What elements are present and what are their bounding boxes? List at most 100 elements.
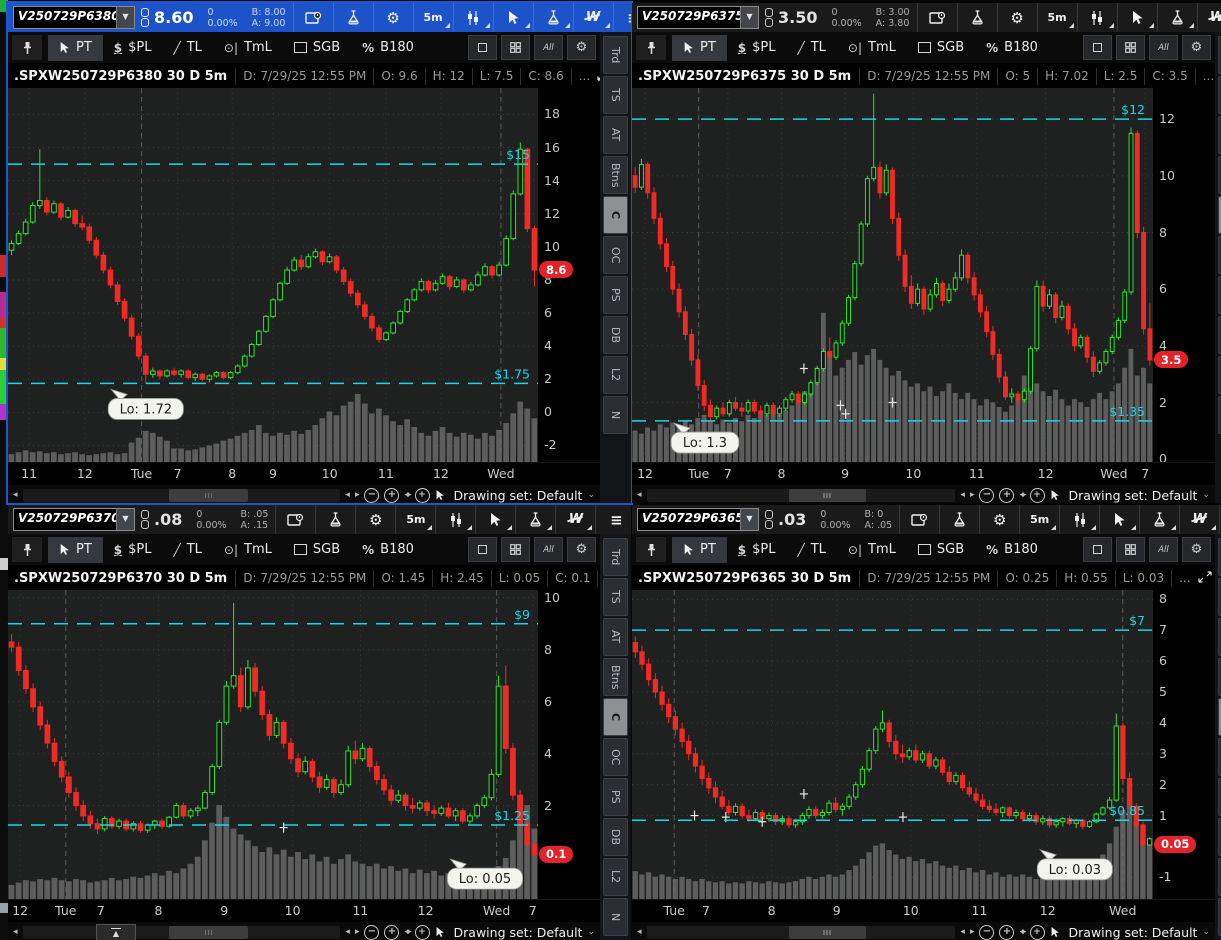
gadget-tab-oc[interactable]: OC [603, 236, 628, 274]
gadget-tab-l2[interactable]: L2 [603, 356, 628, 394]
tool-timeline-button[interactable]: ⊙| TmL [837, 35, 907, 61]
single-view-button[interactable] [1083, 35, 1112, 60]
link-icon[interactable] [765, 510, 773, 529]
horizontal-scrollbar[interactable] [23, 489, 341, 502]
active-drawings-button[interactable]: W [573, 3, 613, 32]
tool-trendline-button[interactable]: ╱ TL [787, 537, 837, 563]
chart-panel[interactable]: V250729P6370 ▼ .08 0 0.00% B: .05 A: .15… [8, 505, 631, 940]
candlestick-chart[interactable]: $12$1.35Lo: 1.3 [632, 88, 1153, 462]
single-view-button[interactable] [468, 35, 497, 60]
tool-trendline-button[interactable]: ╱ TL [163, 537, 213, 563]
strategies-button[interactable] [1139, 505, 1179, 534]
active-drawings-button[interactable]: W [1179, 505, 1219, 534]
gadget-tab-btns[interactable]: Btns [603, 658, 628, 696]
tool-spl-button[interactable]: $ $PL [727, 35, 787, 61]
tool-sgb-button[interactable]: SGB [907, 537, 975, 563]
settings-button[interactable]: ⚙ [997, 3, 1037, 32]
chart-menu-button[interactable]: ≡ [595, 505, 631, 534]
pointer-tool-button[interactable] [475, 505, 515, 534]
scroll-left-icon[interactable]: ◂ [637, 927, 642, 937]
cursor-icon[interactable] [1050, 489, 1060, 501]
zoom-in-icon[interactable]: + [999, 925, 1014, 940]
gadget-tab-ps[interactable]: PS [603, 778, 628, 816]
tool-timeline-button[interactable]: ⊙| TmL [213, 537, 283, 563]
single-view-button[interactable] [1083, 537, 1112, 562]
crosshair-icon[interactable]: + [1030, 488, 1045, 503]
drawing-set-label[interactable]: Drawing set: Default [1069, 488, 1198, 503]
tool-pt-button[interactable]: PT [48, 537, 103, 563]
time-axis[interactable]: 12Tue789101112Wed7 [8, 899, 600, 922]
scroll-left-icon[interactable]: ◂ [13, 927, 18, 937]
fit-width-icon[interactable]: ◂▸ [404, 927, 409, 937]
link-icon[interactable] [141, 510, 149, 529]
pointer-tool-button[interactable] [493, 3, 533, 32]
horizontal-scrollbar[interactable] [647, 926, 956, 939]
drawing-set-label[interactable]: Drawing set: Default [454, 925, 583, 940]
chart-panel[interactable]: V250729P6365 ▼ .03 0 0.00% B: 0 A: .05 ⚙… [632, 505, 1221, 940]
fit-width-icon[interactable]: ◂▸ [1019, 927, 1024, 937]
pointer-tool-button[interactable] [1117, 3, 1157, 32]
zoom-in-icon[interactable]: + [384, 488, 399, 503]
settings-button[interactable]: ⚙ [373, 3, 413, 32]
tool-spl-button[interactable]: $ $PL [103, 35, 163, 61]
gadget-tab-btns[interactable]: Btns [603, 156, 628, 194]
gadget-tab-c[interactable]: C [603, 698, 628, 736]
chart-style-button[interactable] [1059, 505, 1099, 534]
symbol-input[interactable]: V250729P6380 ▼ [13, 6, 135, 29]
events-button[interactable] [293, 3, 333, 32]
chart-plot-area[interactable]: $9$1.25Lo: 0.05 [8, 590, 538, 899]
timeframe-button[interactable]: 5m [1037, 3, 1077, 32]
gadget-tab-db[interactable]: DB [603, 316, 628, 354]
analyze-button[interactable] [957, 3, 997, 32]
symbol-dropdown-button[interactable]: ▼ [740, 7, 758, 28]
restore-chart-button[interactable] [1198, 571, 1212, 586]
horizontal-scrollbar[interactable] [23, 926, 341, 939]
toolbar-settings-button[interactable]: ⚙ [567, 35, 596, 60]
timeframe-button[interactable]: 5m [413, 3, 453, 32]
grid-view-button[interactable] [1116, 537, 1145, 562]
gadget-tab-l2[interactable]: L2 [603, 858, 628, 896]
price-axis[interactable]: 87654321-10.05 [1153, 590, 1215, 899]
events-button[interactable] [899, 505, 939, 534]
crosshair-icon[interactable]: + [415, 488, 430, 503]
symbol-input-value[interactable]: V250729P6365 [638, 509, 740, 530]
tool-b180-button[interactable]: % B180 [351, 537, 425, 563]
apply-all-button[interactable]: All [1149, 537, 1178, 562]
chart-plot-area[interactable]: $7$0.85Lo: 0.03 [632, 590, 1153, 899]
cursor-icon[interactable] [435, 926, 445, 938]
gadget-tab-at[interactable]: AT [603, 618, 628, 656]
tool-b180-button[interactable]: % B180 [975, 35, 1049, 61]
tool-spl-button[interactable]: $ $PL [727, 537, 787, 563]
chart-style-button[interactable] [435, 505, 475, 534]
step-right-icon[interactable]: ▸ [970, 927, 975, 937]
toolbar-settings-button[interactable]: ⚙ [1182, 537, 1211, 562]
crosshair-icon[interactable]: + [415, 925, 430, 940]
step-left-icon[interactable]: ◂ [960, 927, 965, 937]
apply-all-button[interactable]: All [534, 35, 563, 60]
horizontal-scrollbar[interactable] [647, 489, 956, 502]
drawing-set-label[interactable]: Drawing set: Default [454, 488, 583, 503]
symbol-input[interactable]: V250729P6370 ▼ [13, 508, 135, 531]
step-left-icon[interactable]: ◂ [345, 490, 350, 500]
zoom-in-icon[interactable]: + [999, 488, 1014, 503]
apply-all-button[interactable]: All [1149, 35, 1178, 60]
pin-toolbar-button[interactable] [636, 537, 666, 562]
chart-panel[interactable]: V250729P6380 ▼ 8.60 0 0.00% B: 8.00 A: 9… [8, 3, 631, 503]
zoom-out-icon[interactable]: − [364, 488, 379, 503]
price-axis[interactable]: 1210864203.5 [1153, 88, 1215, 462]
symbol-dropdown-button[interactable]: ▼ [740, 509, 758, 530]
gadget-tab-n[interactable]: N [603, 898, 628, 936]
chart-plot-area[interactable]: $15$1.75Lo: 1.72 [8, 88, 538, 462]
gadget-tab-at[interactable]: AT [603, 116, 628, 154]
active-drawings-button[interactable]: W [555, 505, 595, 534]
tool-pt-button[interactable]: PT [672, 35, 727, 61]
gadget-tab-c[interactable]: C [603, 196, 628, 234]
step-right-icon[interactable]: ▸ [355, 490, 360, 500]
events-button[interactable] [275, 505, 315, 534]
gadget-tab-oc[interactable]: OC [603, 738, 628, 776]
cursor-icon[interactable] [1050, 926, 1060, 938]
zoom-out-icon[interactable]: − [979, 925, 994, 940]
step-left-icon[interactable]: ◂ [960, 490, 965, 500]
candlestick-chart[interactable]: $7$0.85Lo: 0.03 [632, 590, 1153, 899]
tool-pt-button[interactable]: PT [672, 537, 727, 563]
